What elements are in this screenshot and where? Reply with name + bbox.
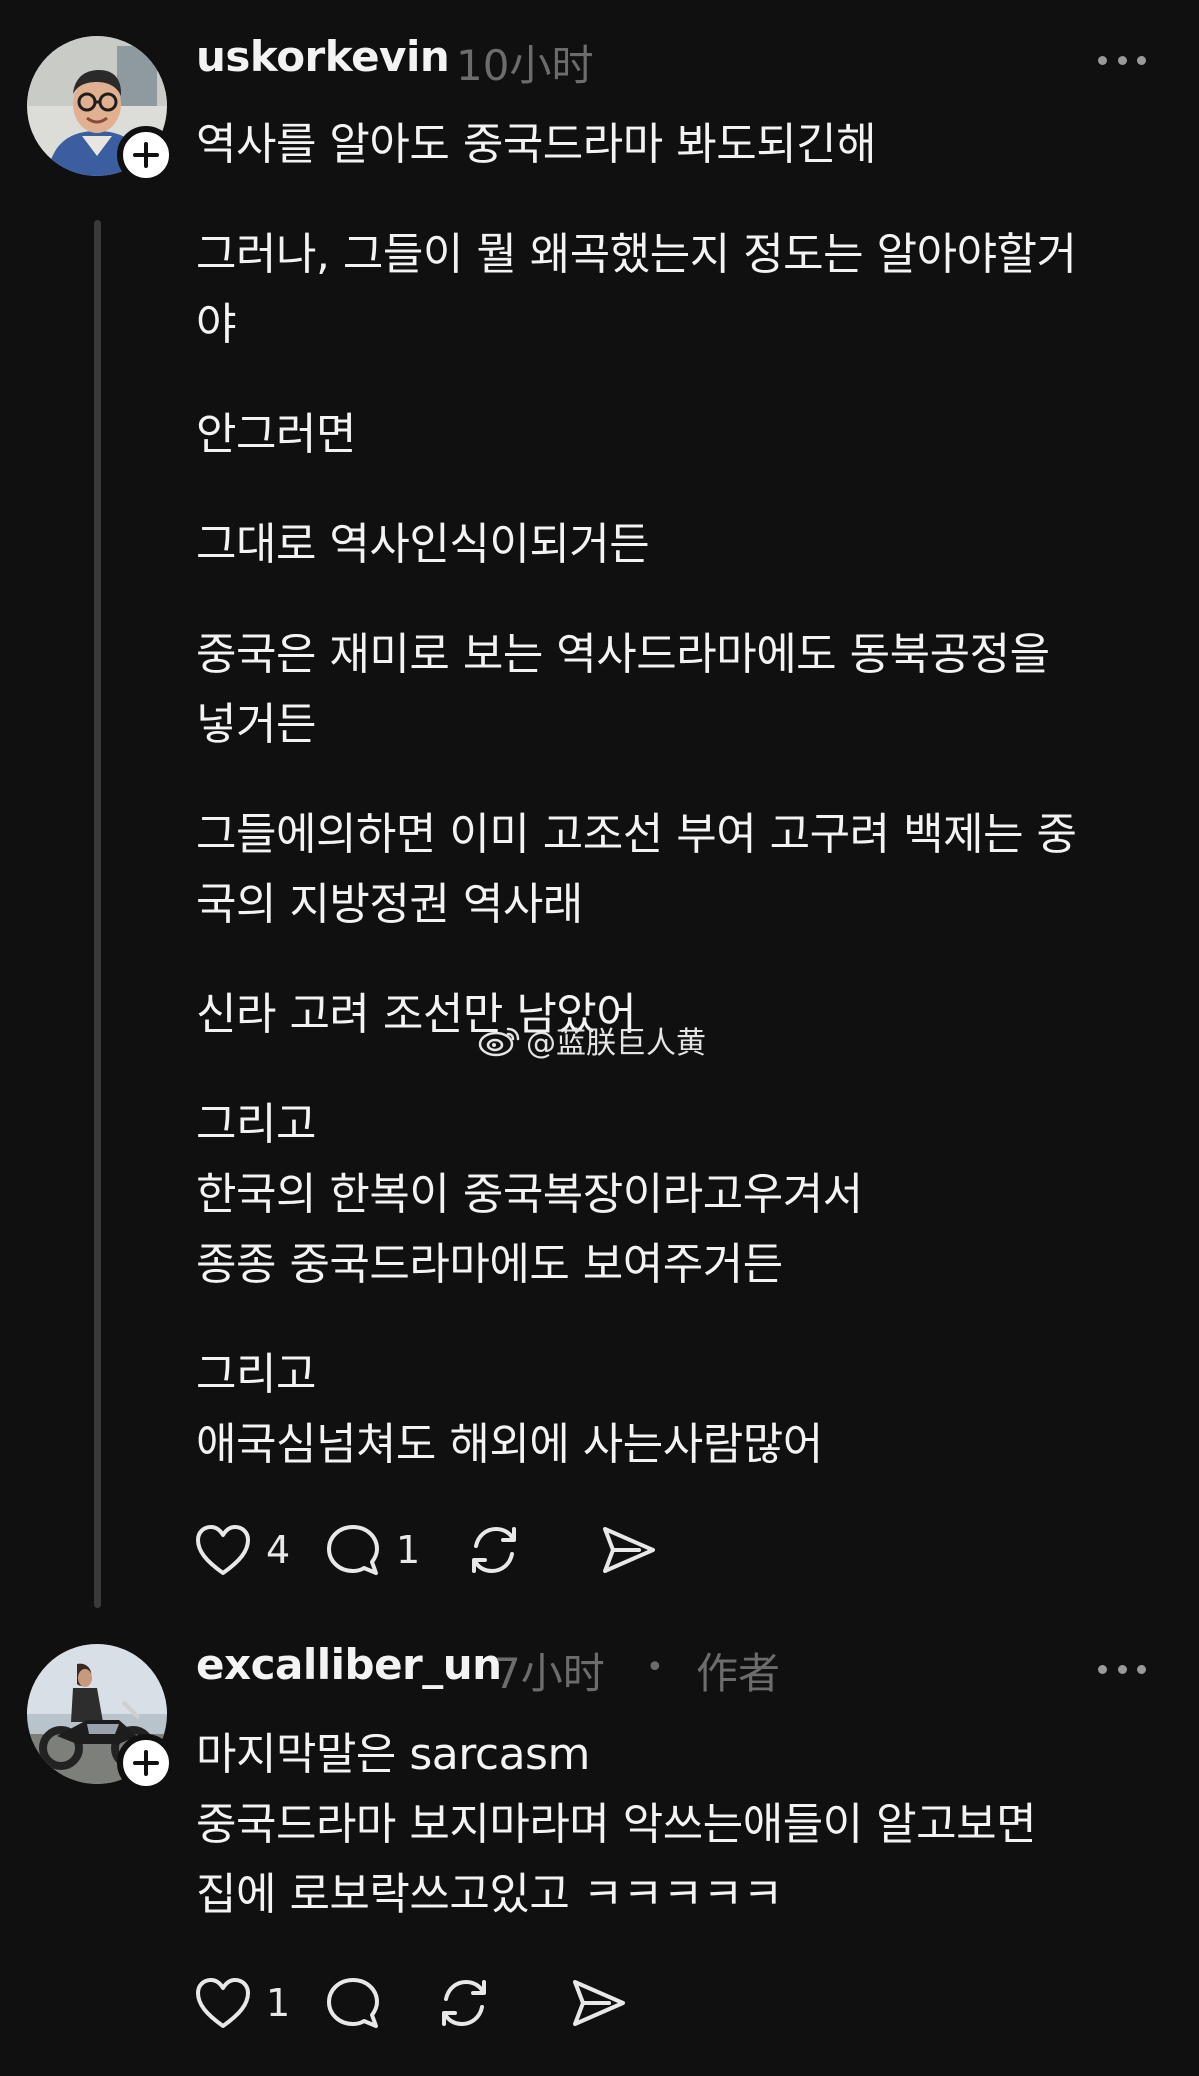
repost-button[interactable] bbox=[434, 1971, 569, 2035]
plus-icon bbox=[133, 1750, 159, 1776]
heart-icon bbox=[196, 1978, 250, 2028]
post-paragraph: 그대로 역사인식이되거든 bbox=[196, 519, 650, 570]
post-paragraph: 그리고 애국심넘쳐도 해외에 사는사람많어 bbox=[196, 1349, 823, 1470]
author-badge: 作者 bbox=[696, 1649, 781, 1698]
thread-line bbox=[94, 220, 101, 1608]
like-button[interactable]: 1 bbox=[194, 1971, 324, 2035]
watermark: @蓝朕巨人黄 bbox=[478, 1018, 706, 1062]
speech-bubble-icon bbox=[327, 1978, 379, 2028]
post-paragraph: 중국은 재미로 보는 역사드라마에도 동북공정을 넣거든 bbox=[196, 629, 1050, 750]
timestamp: 10小时 bbox=[456, 41, 594, 90]
like-count: 1 bbox=[266, 1981, 291, 2025]
like-count: 4 bbox=[266, 1528, 291, 1572]
comment-button[interactable] bbox=[324, 1971, 434, 2035]
follow-button-excalliber_un[interactable] bbox=[117, 1734, 175, 1792]
send-icon bbox=[603, 1527, 655, 1573]
timestamp: 7小时 bbox=[494, 1649, 605, 1698]
repost-icon bbox=[472, 1526, 516, 1574]
speech-bubble-icon bbox=[327, 1525, 379, 1575]
more-dots-icon[interactable] bbox=[1098, 53, 1146, 67]
share-button[interactable] bbox=[599, 1518, 669, 1582]
post-paragraph: 그리고 한국의 한복이 중국복장이라고우겨서 종종 중국드라마에도 보여주거든 bbox=[196, 1099, 863, 1290]
post-text-continued: 그러나, 그들이 뭘 왜곡했는지 정도는 알아야할거 야 안그러면 그대로 역사… bbox=[196, 220, 1166, 1480]
plus-icon bbox=[133, 142, 159, 168]
comment-count: 1 bbox=[396, 1528, 421, 1572]
action-bar: 1 bbox=[194, 1971, 639, 2035]
action-bar: 4 1 bbox=[194, 1518, 669, 1582]
follow-button-uskorkevin[interactable] bbox=[117, 126, 175, 184]
post-text: 마지막말은 sarcasm 중국드라마 보지마라며 악쓰는애들이 알고보면 집에… bbox=[196, 1720, 1166, 1930]
post-paragraph: 그러나, 그들이 뭘 왜곡했는지 정도는 알아야할거 야 bbox=[196, 229, 1077, 350]
username[interactable]: uskorkevin bbox=[196, 32, 450, 81]
heart-icon bbox=[196, 1525, 250, 1575]
post-paragraph: 안그러면 bbox=[196, 409, 356, 460]
watermark-text: @蓝朕巨人黄 bbox=[526, 1026, 706, 1061]
like-button[interactable]: 4 bbox=[194, 1518, 324, 1582]
repost-button[interactable] bbox=[464, 1518, 599, 1582]
post-paragraph: 그들에의하면 이미 고조선 부여 고구려 백제는 중 국의 지방정권 역사래 bbox=[196, 809, 1077, 930]
more-dots-icon[interactable] bbox=[1098, 1662, 1146, 1676]
comment-button[interactable]: 1 bbox=[324, 1518, 464, 1582]
share-button[interactable] bbox=[569, 1971, 639, 2035]
repost-icon bbox=[442, 1979, 486, 2027]
post-paragraph: 역사를 알아도 중국드라마 봐도되긴해 bbox=[196, 119, 877, 170]
separator-dot: • bbox=[646, 1650, 664, 1685]
send-icon bbox=[573, 1980, 625, 2026]
username[interactable]: excalliber_un bbox=[196, 1640, 502, 1689]
post-paragraph: 마지막말은 sarcasm 중국드라마 보지마라며 악쓰는애들이 알고보면 집에… bbox=[196, 1729, 1037, 1920]
weibo-icon bbox=[478, 1027, 520, 1057]
post-text: 역사를 알아도 중국드라마 봐도되긴해 bbox=[196, 110, 1166, 180]
